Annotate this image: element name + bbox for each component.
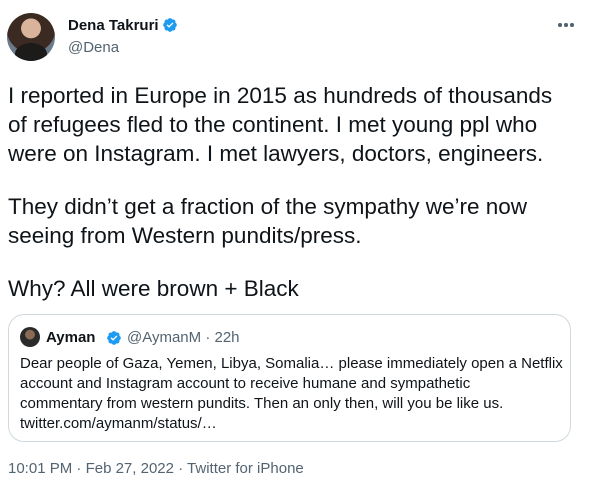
quoted-author-name: Ayman bbox=[46, 329, 96, 346]
verified-badge-icon bbox=[163, 18, 177, 32]
footer-separator: · bbox=[178, 460, 184, 477]
quoted-text-line: commentary from western pundits. Then an… bbox=[20, 395, 504, 412]
tweet-date[interactable]: Feb 27, 2022 bbox=[86, 460, 174, 477]
tweet-text-line: I reported in Europe in 2015 as hundreds… bbox=[8, 83, 553, 108]
author-name[interactable]: Dena Takruri bbox=[68, 16, 159, 35]
quoted-separator: · bbox=[205, 329, 211, 346]
tweet-text-line: were on Instagram. I met lawyers, doctor… bbox=[8, 141, 544, 166]
tweet-source[interactable]: Twitter for iPhone bbox=[187, 460, 304, 477]
tweet-text-line: seeing from Western pundits/press. bbox=[8, 223, 362, 248]
footer-separator: · bbox=[76, 460, 82, 477]
more-horizontal-icon[interactable] bbox=[554, 13, 578, 37]
quoted-tweet-card[interactable]: Ayman @AymanM · 22h Dear people of Gaza,… bbox=[8, 314, 571, 442]
verified-badge-icon bbox=[107, 331, 121, 345]
quoted-text-line: Dear people of Gaza, Yemen, Libya, Somal… bbox=[20, 355, 563, 372]
tweet-time[interactable]: 10:01 PM bbox=[8, 460, 72, 477]
author-avatar[interactable] bbox=[7, 13, 55, 61]
author-handle[interactable]: @Dena bbox=[68, 38, 119, 57]
quoted-meta: @AymanM · 22h bbox=[127, 328, 240, 347]
quoted-link[interactable]: twitter.com/aymanm/status/… bbox=[20, 414, 565, 434]
quoted-author-handle: @AymanM bbox=[127, 329, 202, 346]
tweet-footer: 10:01 PM · Feb 27, 2022 · Twitter for iP… bbox=[8, 459, 304, 478]
quoted-text-line: account and Instagram account to receive… bbox=[20, 375, 471, 392]
quoted-time: 22h bbox=[214, 329, 240, 346]
quoted-author-avatar bbox=[20, 327, 40, 347]
tweet-text-line: of refugees fled to the continent. I met… bbox=[8, 112, 538, 137]
tweet-text-line: Why? All were brown + Black bbox=[8, 276, 299, 301]
tweet-text-line: They didn’t get a fraction of the sympat… bbox=[8, 194, 528, 219]
